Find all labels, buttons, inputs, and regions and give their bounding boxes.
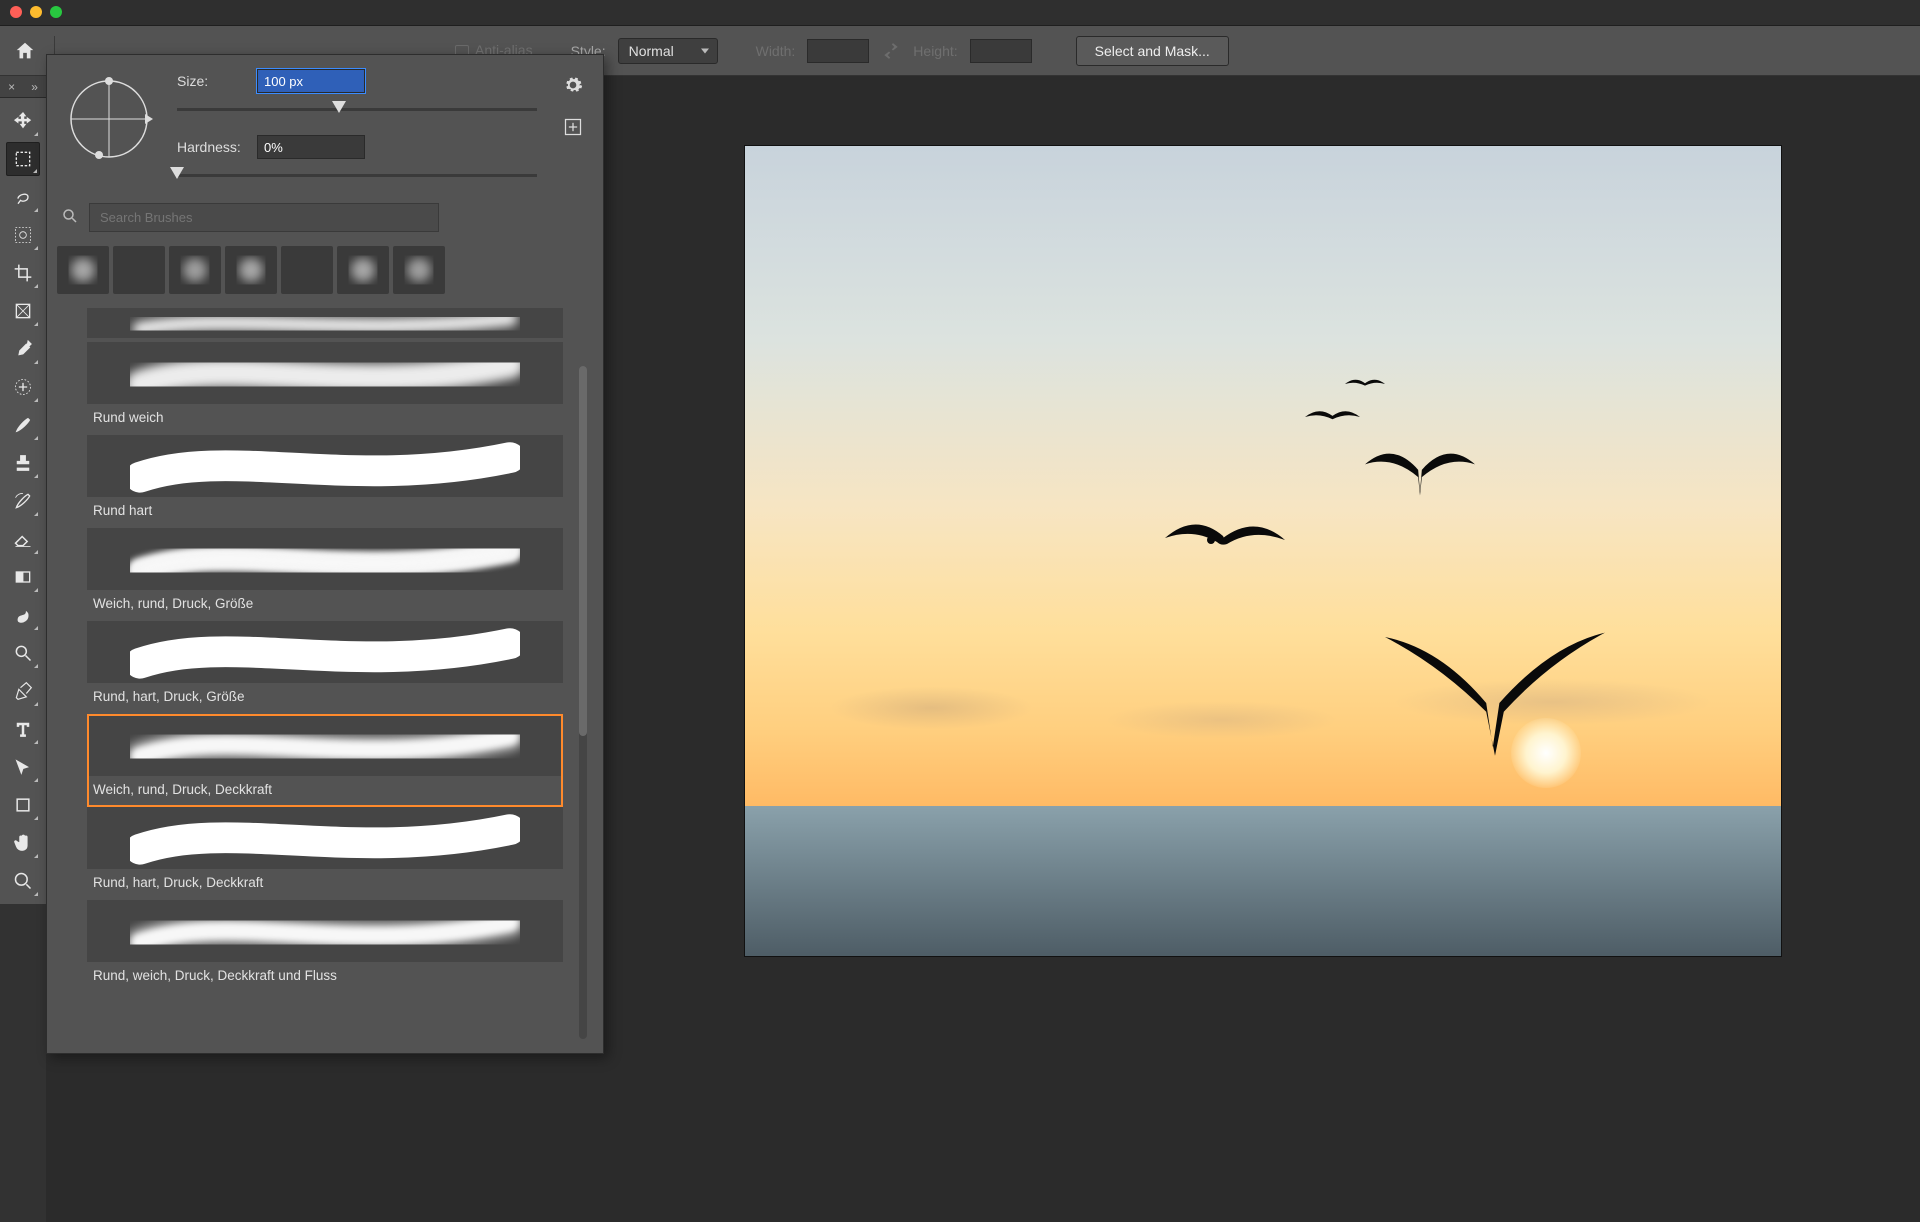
brush-list-item-label: Rund, weich, Druck, Deckkraft und Fluss [87, 962, 563, 989]
brush-stroke-preview [87, 435, 563, 497]
hardness-label: Hardness: [177, 139, 247, 155]
brush-tip-preset[interactable] [281, 246, 333, 294]
brush-hardness-input[interactable] [257, 135, 365, 159]
history-brush-tool[interactable] [6, 484, 40, 518]
minimize-window-button[interactable] [30, 6, 42, 18]
brush-list-item[interactable]: Rund hart [87, 435, 563, 528]
brush-tip-preset[interactable] [169, 246, 221, 294]
height-label: Height: [913, 43, 957, 59]
quick-selection-tool[interactable] [6, 218, 40, 252]
brush-tip-preset[interactable] [113, 246, 165, 294]
swap-dimensions-icon [881, 41, 901, 61]
type-tool[interactable] [6, 712, 40, 746]
width-input [807, 39, 869, 63]
search-icon [61, 207, 79, 228]
smudge-tool[interactable] [6, 598, 40, 632]
width-label: Width: [756, 43, 796, 59]
brush-list-item[interactable] [87, 308, 563, 342]
zoom-window-button[interactable] [50, 6, 62, 18]
close-tab-icon[interactable]: × [8, 80, 15, 94]
brush-list-item-label: Rund hart [87, 497, 563, 524]
brush-list-item[interactable]: Rund, hart, Druck, Größe [87, 621, 563, 714]
brush-list-item-label: Rund, hart, Druck, Deckkraft [87, 869, 563, 896]
rectangular-marquee-tool[interactable] [6, 142, 40, 176]
frame-tool[interactable] [6, 294, 40, 328]
brush-list-item[interactable]: Weich, rund, Druck, Deckkraft [87, 714, 563, 807]
rectangle-tool[interactable] [6, 788, 40, 822]
brush-list-scrollbar[interactable] [579, 366, 587, 1039]
image-bird [1385, 626, 1605, 758]
brush-tool[interactable] [6, 408, 40, 442]
image-clouds [745, 636, 1781, 756]
eraser-tool[interactable] [6, 522, 40, 556]
image-bird [1365, 446, 1475, 501]
brush-tip-preset[interactable] [393, 246, 445, 294]
style-value: Normal [629, 43, 674, 59]
brush-stroke-preview [87, 528, 563, 590]
brush-stroke-preview [87, 807, 563, 869]
lasso-tool[interactable] [6, 180, 40, 214]
height-input [970, 39, 1032, 63]
brush-settings-gear-icon[interactable] [563, 75, 583, 95]
style-select[interactable]: Normal [618, 38, 718, 64]
size-label: Size: [177, 73, 247, 89]
gradient-tool[interactable] [6, 560, 40, 594]
dodge-tool[interactable] [6, 636, 40, 670]
hand-tool[interactable] [6, 826, 40, 860]
close-window-button[interactable] [10, 6, 22, 18]
eyedropper-tool[interactable] [6, 332, 40, 366]
brush-dynamics-wheel[interactable] [59, 69, 159, 169]
brush-stroke-preview [87, 342, 563, 404]
title-bar [0, 0, 1920, 26]
brush-list-item-label: Weich, rund, Druck, Deckkraft [87, 776, 563, 803]
brush-list-item[interactable]: Rund weich [87, 342, 563, 435]
crop-tool[interactable] [6, 256, 40, 290]
brush-picker-panel: Size: Hardness: [46, 54, 604, 1054]
move-tool[interactable] [6, 104, 40, 138]
image-bird [1165, 516, 1285, 566]
brush-tip-preset[interactable] [337, 246, 389, 294]
select-and-mask-button[interactable]: Select and Mask... [1076, 36, 1229, 66]
pen-tool[interactable] [6, 674, 40, 708]
brush-size-slider[interactable] [177, 101, 537, 119]
brush-stroke-preview [87, 308, 563, 338]
brush-list-item-label: Weich, rund, Druck, Größe [87, 590, 563, 617]
brush-list-item[interactable]: Weich, rund, Druck, Größe [87, 528, 563, 621]
zoom-tool[interactable] [6, 864, 40, 898]
brush-stroke-preview [87, 900, 563, 962]
brush-hardness-slider[interactable] [177, 167, 537, 185]
document-canvas[interactable] [745, 146, 1781, 956]
path-selection-tool[interactable] [6, 750, 40, 784]
panel-tab-strip: × » [0, 76, 46, 98]
brush-stroke-preview [87, 621, 563, 683]
brush-tip-row [47, 242, 603, 308]
home-icon[interactable] [14, 40, 36, 62]
brush-stroke-preview [87, 714, 563, 776]
brush-size-input[interactable] [257, 69, 365, 93]
brush-list-item[interactable]: Rund, hart, Druck, Deckkraft [87, 807, 563, 900]
healing-brush-tool[interactable] [6, 370, 40, 404]
clone-stamp-tool[interactable] [6, 446, 40, 480]
window-controls [10, 6, 62, 18]
brush-list-item-label: Rund weich [87, 404, 563, 431]
brush-search-input[interactable] [89, 203, 439, 232]
image-bird [1305, 406, 1360, 428]
brush-tip-preset[interactable] [225, 246, 277, 294]
brush-list: Rund weich Rund hart Weich, rund, Druck, G… [47, 308, 603, 1053]
left-toolbar [0, 98, 46, 904]
expand-tab-icon[interactable]: » [31, 80, 38, 94]
brush-list-item-label: Rund, hart, Druck, Größe [87, 683, 563, 710]
brush-tip-preset[interactable] [57, 246, 109, 294]
new-brush-icon[interactable] [563, 117, 583, 137]
image-sea [745, 806, 1781, 956]
image-bird [1345, 376, 1385, 392]
brush-list-item[interactable]: Rund, weich, Druck, Deckkraft und Fluss [87, 900, 563, 993]
